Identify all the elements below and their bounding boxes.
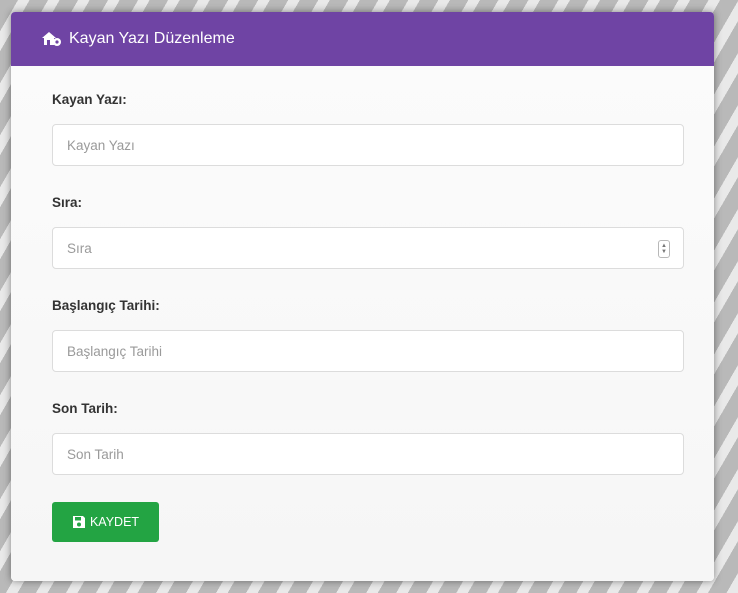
number-spinner-icon[interactable]: ▲ ▼ <box>658 240 670 258</box>
baslangic-tarihi-input[interactable] <box>52 330 684 372</box>
house-gear-icon <box>41 30 63 48</box>
son-tarih-input[interactable] <box>52 433 684 475</box>
kayan-yazi-label: Kayan Yazı: <box>52 92 127 107</box>
field-kayan-yazi: Kayan Yazı: <box>52 92 685 166</box>
baslangic-tarihi-label: Başlangıç Tarihi: <box>52 298 160 313</box>
spinner-down-icon[interactable]: ▼ <box>661 249 667 255</box>
sira-input[interactable] <box>52 227 684 269</box>
field-son-tarih: Son Tarih: <box>52 401 685 475</box>
form-body: Kayan Yazı: Sıra: ▲ ▼ Başlangıç Tarihi: … <box>11 66 714 581</box>
edit-card: Kayan Yazı Düzenleme Kayan Yazı: Sıra: ▲… <box>11 12 714 581</box>
field-sira: Sıra: ▲ ▼ <box>52 195 685 269</box>
page-title: Kayan Yazı Düzenleme <box>69 30 235 47</box>
sira-label: Sıra: <box>52 195 83 210</box>
save-button[interactable]: KAYDET <box>52 502 159 542</box>
field-baslangic-tarihi: Başlangıç Tarihi: <box>52 298 685 372</box>
floppy-disk-icon <box>72 515 86 529</box>
son-tarih-label: Son Tarih: <box>52 401 118 416</box>
card-header: Kayan Yazı Düzenleme <box>11 12 714 66</box>
save-button-label: KAYDET <box>89 515 140 529</box>
sira-number-wrap: ▲ ▼ <box>52 227 684 269</box>
kayan-yazi-input[interactable] <box>52 124 684 166</box>
